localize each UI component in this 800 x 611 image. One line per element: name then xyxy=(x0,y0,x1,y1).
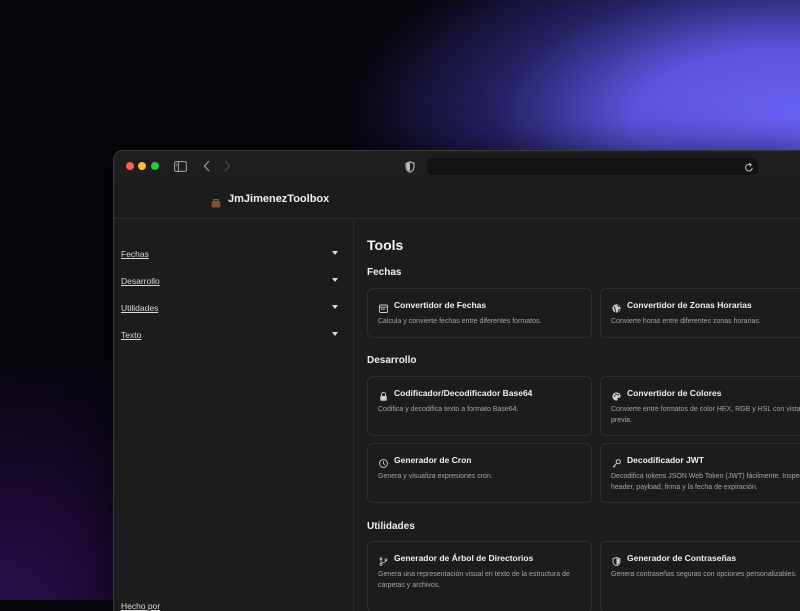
calendar-icon xyxy=(379,300,388,313)
maximize-window-button[interactable] xyxy=(151,162,159,170)
card-description: Convierte horas entre diferentes zonas h… xyxy=(611,318,761,325)
chevron-down-icon[interactable] xyxy=(332,278,338,282)
chevron-down-icon[interactable] xyxy=(332,305,338,309)
app-header: JmJimenezToolbox xyxy=(114,182,800,219)
card-description: Calcula y convierte fechas entre diferen… xyxy=(378,318,542,325)
git-branch-icon xyxy=(379,553,388,566)
sidebar-item-label[interactable]: Utilidades xyxy=(121,303,158,313)
browser-window: JmJimenezToolbox Fechas Desarrollo Utili… xyxy=(113,150,800,611)
shield-icon xyxy=(612,553,621,567)
back-arrow-icon[interactable] xyxy=(203,159,211,177)
tool-card-base64[interactable]: Codificador/Decodificador Base64 Codific… xyxy=(367,376,592,436)
reload-icon[interactable] xyxy=(744,160,754,178)
sidebar-item-utilidades[interactable]: Utilidades xyxy=(121,301,338,315)
footer-credit-link[interactable]: Hecho por xyxy=(121,601,160,611)
card-description: Genera una representación visual en text… xyxy=(378,571,570,589)
tool-card-generador-cron[interactable]: Generador de Cron Genera y visualiza exp… xyxy=(367,443,592,503)
card-description: Convierte entre formatos de color HEX, R… xyxy=(611,406,800,424)
page-title: Tools xyxy=(367,237,404,253)
sidebar-item-desarrollo[interactable]: Desarrollo xyxy=(121,274,338,288)
card-description: Genera y visualiza expresiones cron. xyxy=(378,473,493,480)
card-title: Decodificador JWT xyxy=(627,455,704,465)
card-title: Generador de Árbol de Directorios xyxy=(394,553,534,563)
main-content: Tools Fechas Convertidor de Fechas Calcu… xyxy=(354,219,800,611)
tool-card-arbol-directorios[interactable]: Generador de Árbol de Directorios Genera… xyxy=(367,541,592,611)
tool-card-decodificador-jwt[interactable]: Decodificador JWT Decodifica tokens JSON… xyxy=(600,443,800,503)
sidebar-item-label[interactable]: Fechas xyxy=(121,249,149,259)
sidebar-item-fechas[interactable]: Fechas xyxy=(121,247,338,261)
app-title[interactable]: JmJimenezToolbox xyxy=(228,193,329,205)
sidebar-item-label[interactable]: Desarrollo xyxy=(121,276,160,286)
tool-card-convertidor-colores[interactable]: Convertidor de Colores Convierte entre f… xyxy=(600,376,800,436)
card-title: Codificador/Decodificador Base64 xyxy=(394,388,533,398)
key-icon xyxy=(612,455,621,468)
globe-icon xyxy=(612,300,621,313)
browser-titlebar xyxy=(114,151,800,182)
palette-icon xyxy=(612,388,621,401)
card-title: Generador de Contraseñas xyxy=(627,553,737,563)
card-description: Codifica y decodifica texto a formato Ba… xyxy=(378,406,519,413)
forward-arrow-icon[interactable] xyxy=(223,159,231,177)
card-title: Convertidor de Zonas Horarias xyxy=(627,300,752,310)
chevron-down-icon[interactable] xyxy=(332,332,338,336)
card-title: Convertidor de Colores xyxy=(627,388,722,398)
card-title: Convertidor de Fechas xyxy=(394,300,487,310)
toolbox-logo-icon xyxy=(211,195,221,208)
section-title-desarrollo: Desarrollo xyxy=(367,355,417,366)
clock-icon xyxy=(379,455,388,468)
privacy-shield-icon[interactable] xyxy=(405,160,415,178)
minimize-window-button[interactable] xyxy=(138,162,146,170)
section-title-utilidades: Utilidades xyxy=(367,521,415,532)
sidebar-item-texto[interactable]: Texto xyxy=(121,328,338,342)
sidebar-item-label[interactable]: Texto xyxy=(121,330,141,340)
lock-icon xyxy=(379,388,388,401)
sidebar: Fechas Desarrollo Utilidades Texto Hecho… xyxy=(114,219,354,611)
section-title-fechas: Fechas xyxy=(367,267,402,278)
card-title: Generador de Cron xyxy=(394,455,472,465)
chevron-down-icon[interactable] xyxy=(332,251,338,255)
address-bar[interactable] xyxy=(427,158,758,175)
tool-card-convertidor-zonas-horarias[interactable]: Convertidor de Zonas Horarias Convierte … xyxy=(600,288,800,338)
card-description: Genera contraseñas seguras con opciones … xyxy=(611,571,798,578)
close-window-button[interactable] xyxy=(126,162,134,170)
sidebar-toggle-icon[interactable] xyxy=(174,159,187,177)
tool-card-convertidor-fechas[interactable]: Convertidor de Fechas Calcula y conviert… xyxy=(367,288,592,338)
card-description: Decodifica tokens JSON Web Token (JWT) f… xyxy=(611,473,800,491)
tool-card-generador-contrasenas[interactable]: Generador de Contraseñas Genera contrase… xyxy=(600,541,800,611)
